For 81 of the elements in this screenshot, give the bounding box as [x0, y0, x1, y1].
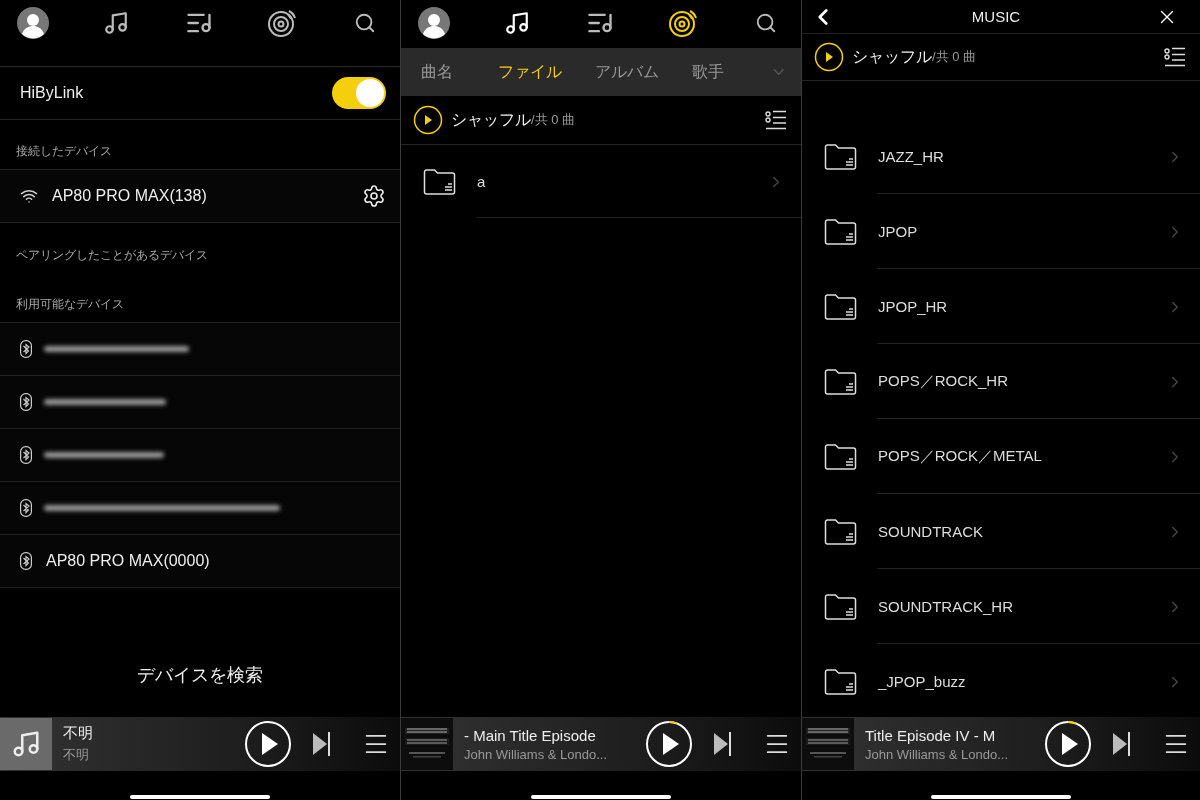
track-artist: John Williams & Londo...	[865, 746, 1010, 762]
list-options-icon[interactable]	[1164, 47, 1186, 67]
device-row[interactable]	[0, 429, 400, 482]
folder-row[interactable]: _JPOP_buzz	[802, 644, 1200, 717]
track-title: - Main Title Episode	[464, 726, 597, 744]
device-row[interactable]	[0, 323, 400, 376]
device-name: AP80 PRO MAX(0000)	[46, 552, 211, 570]
folder-row[interactable]: SOUNDTRACK	[802, 494, 1200, 569]
folder-name: _JPOP_buzz	[878, 673, 967, 690]
shuffle-label[interactable]: シャッフル	[852, 46, 932, 68]
list-options-icon[interactable]	[765, 110, 787, 130]
track-count: /共 0 曲	[531, 111, 577, 129]
folder-row[interactable]: JPOP	[802, 194, 1200, 269]
device-row[interactable]	[0, 376, 400, 429]
bluetooth-icon	[20, 552, 32, 570]
folder-name: JPOP_HR	[878, 298, 949, 315]
track-count: /共 0 曲	[932, 48, 978, 66]
folder-name: a	[477, 173, 487, 190]
folder-icon	[824, 442, 858, 471]
settings-icon[interactable]	[362, 184, 386, 208]
search-icon[interactable]	[755, 12, 777, 34]
search-icon[interactable]	[354, 12, 376, 34]
wifi-icon	[20, 187, 38, 205]
bluetooth-icon	[20, 340, 32, 358]
folder-icon	[423, 167, 457, 196]
folder-row[interactable]: POPS／ROCK_HR	[802, 344, 1200, 419]
play-button[interactable]	[1044, 720, 1092, 768]
folder-name: SOUNDTRACK	[878, 523, 984, 540]
play-icon[interactable]	[413, 105, 443, 135]
category-tab[interactable]: アルバム	[595, 61, 693, 83]
music-note-icon[interactable]	[103, 10, 129, 36]
folder-name: POPS／ROCK_HR	[878, 372, 1010, 391]
folder-icon	[824, 142, 858, 171]
category-tab[interactable]: ファイル	[498, 61, 596, 83]
disc-icon[interactable]	[668, 8, 698, 38]
device-row[interactable]: AP80 PRO MAX(138)	[0, 170, 400, 223]
folder-row[interactable]: JAZZ_HR	[802, 119, 1200, 194]
device-name: AP80 PRO MAX(138)	[52, 187, 208, 205]
track-title: 不明	[63, 724, 94, 743]
folder-row[interactable]: JPOP_HR	[802, 269, 1200, 344]
folder-icon	[824, 217, 858, 246]
album-art	[0, 718, 52, 770]
track-artist: John Williams & Londo...	[464, 746, 609, 762]
bluetooth-icon	[20, 499, 32, 517]
device-row[interactable]: AP80 PRO MAX(0000)	[0, 535, 400, 588]
folder-icon	[824, 367, 858, 396]
skip-next-button[interactable]	[312, 731, 332, 757]
section-title: 接続したデバイス	[16, 143, 112, 160]
track-title: Title Episode IV - M	[865, 726, 997, 744]
skip-next-button[interactable]	[713, 731, 733, 757]
category-tab[interactable]: 曲名	[421, 61, 499, 83]
setting-label: HiByLink	[20, 84, 85, 102]
folder-name: POPS／ROCK／METAL	[878, 447, 1043, 466]
skip-next-button[interactable]	[1112, 731, 1132, 757]
shuffle-label[interactable]: シャッフル	[451, 109, 531, 131]
category-tab[interactable]: 歌手	[692, 61, 770, 83]
avatar-icon[interactable]	[17, 7, 49, 39]
track-artist: 不明	[63, 746, 90, 764]
folder-row[interactable]: SOUNDTRACK_HR	[802, 569, 1200, 644]
music-note-icon[interactable]	[504, 10, 530, 36]
folder-icon	[824, 667, 858, 696]
bluetooth-icon	[20, 446, 32, 464]
play-button[interactable]	[645, 720, 693, 768]
avatar-icon[interactable]	[418, 7, 450, 39]
folder-name: SOUNDTRACK_HR	[878, 598, 1014, 615]
play-icon[interactable]	[814, 42, 844, 72]
folder-icon	[824, 592, 858, 621]
folder-name: JPOP	[878, 223, 919, 240]
folder-row[interactable]: a	[401, 145, 801, 218]
toggle-switch[interactable]	[332, 77, 386, 109]
search-devices-button[interactable]: デバイスを検索	[129, 659, 271, 691]
section-title: ペアリングしたことがあるデバイス	[16, 247, 208, 264]
folder-icon	[824, 517, 858, 546]
section-title: 利用可能なデバイス	[16, 296, 124, 313]
disc-icon[interactable]	[267, 8, 297, 38]
folder-icon	[824, 292, 858, 321]
device-row[interactable]	[0, 482, 400, 535]
folder-name: JAZZ_HR	[878, 148, 945, 165]
screen-title: MUSIC	[971, 8, 1021, 25]
folder-row[interactable]: POPS／ROCK／METAL	[802, 419, 1200, 494]
bluetooth-icon	[20, 393, 32, 411]
